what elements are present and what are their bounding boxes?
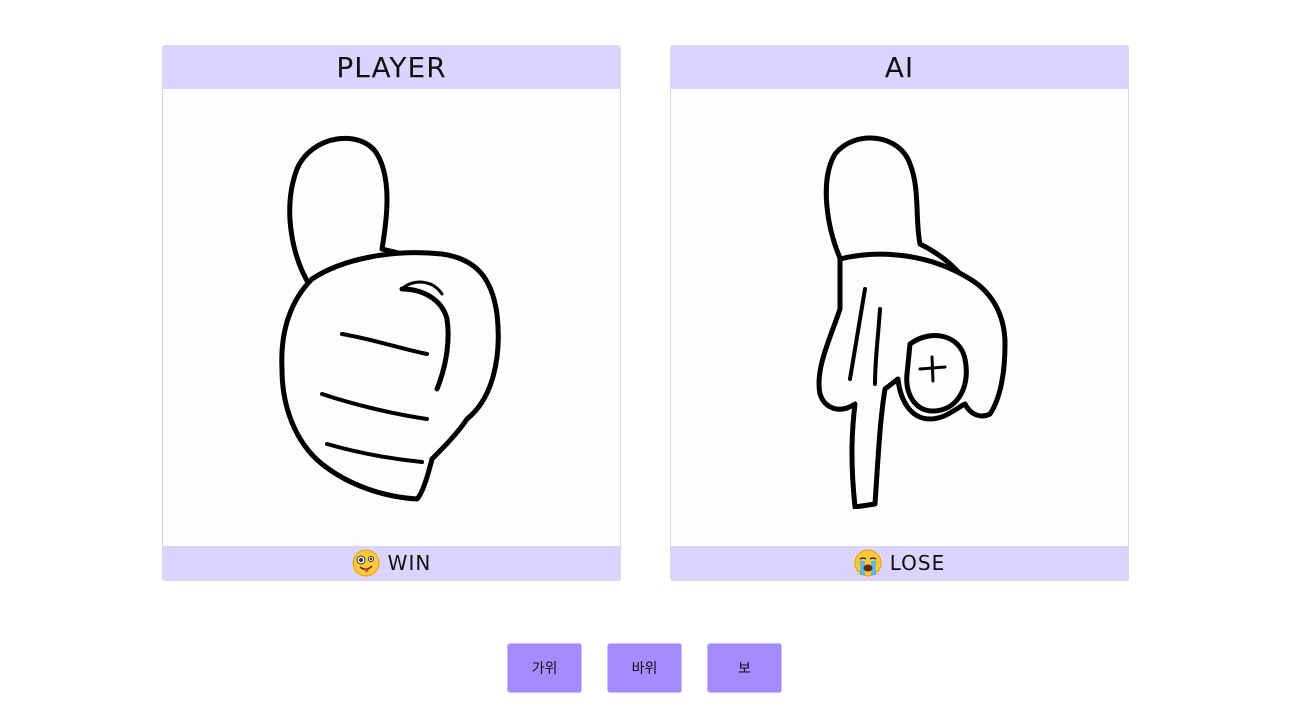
ai-result-text: LOSE [889, 551, 946, 575]
scissors-button[interactable]: 가위 [507, 643, 582, 693]
player-card: PLAYER WIN [162, 45, 621, 581]
ai-result: LOSE [671, 546, 1128, 580]
rock-hand-icon [278, 135, 501, 501]
player-hand-image [163, 89, 620, 548]
player-result-text: WIN [387, 551, 432, 575]
player-title: PLAYER [163, 46, 620, 89]
rock-button[interactable]: 바위 [607, 643, 682, 693]
zany-face-emoji-icon [352, 549, 380, 577]
game-stage: PLAYER WIN AI LOSE 가위 바위 보 [0, 0, 1289, 725]
move-controls: 가위 바위 보 [0, 643, 1289, 693]
player-result: WIN [163, 546, 620, 580]
ai-hand-image [671, 89, 1128, 548]
ai-title: AI [671, 46, 1128, 89]
loudly-crying-face-emoji-icon [854, 549, 882, 577]
scissors-hand-icon [816, 135, 1007, 509]
ai-card: AI LOSE [670, 45, 1129, 581]
paper-button[interactable]: 보 [707, 643, 782, 693]
